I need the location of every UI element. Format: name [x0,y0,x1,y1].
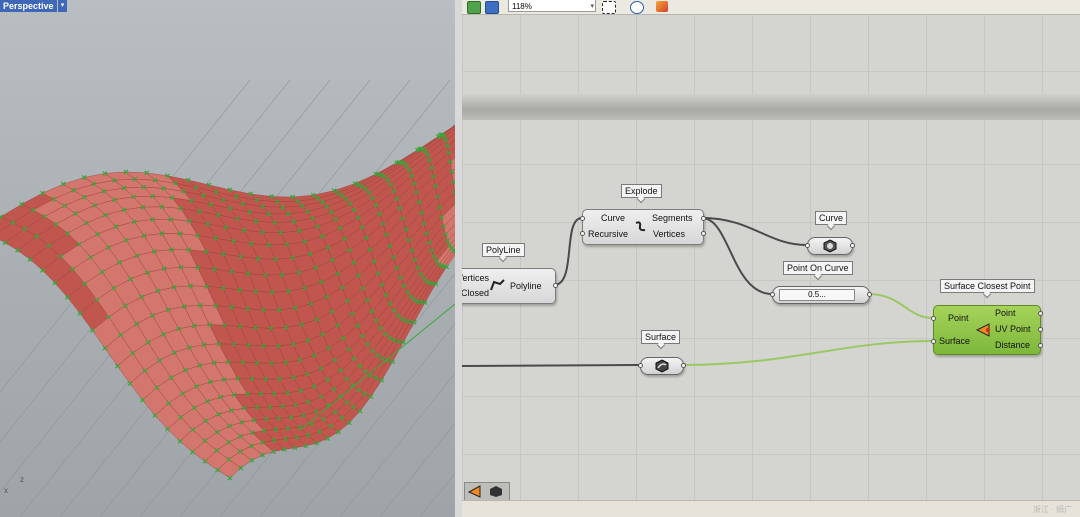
scp-icon [976,323,990,337]
surface-closest-point-component[interactable]: Point Surface Point UV Point Distance [931,305,1043,355]
polyline-component[interactable]: Vertices Closed Polyline [462,268,558,304]
curve-param-output-grip[interactable] [850,243,855,248]
scp-surface-grip[interactable] [931,339,936,344]
polyline-label: PolyLine [482,243,525,257]
rhino-viewport[interactable]: Perspective ▾ z x [0,0,462,517]
explode-component[interactable]: Curve Recursive Segments Vertices [580,209,706,245]
scp-output-distance[interactable]: Distance [995,340,1030,350]
polyline-input-closed[interactable]: Closed [462,288,489,298]
scp-input-point[interactable]: Point [948,313,969,323]
wire-layer [462,217,934,367]
scp-out-point-grip[interactable] [1038,311,1043,316]
polyline-output-grip[interactable] [553,283,558,288]
point-on-curve-value[interactable]: 0.5... [779,289,855,301]
surface-param-label: Surface [641,330,681,344]
explode-input-recursive[interactable]: Recursive [588,229,628,239]
wire-input-to-surface [462,364,641,367]
viewport-surface-render [0,79,462,517]
explode-input-curve[interactable]: Curve [601,213,625,223]
wire-point-on-curve-to-scp [867,293,934,319]
polyline-input-vertices[interactable]: Vertices [462,273,489,283]
wire-surface-to-scp [681,340,934,366]
explode-icon [635,221,646,232]
curve-param-icon [823,239,837,253]
explode-vertices-grip[interactable] [701,231,706,236]
scp-output-point[interactable]: Point [995,308,1016,318]
point-on-curve-component[interactable]: 0.5... [770,286,872,304]
polyline-icon [490,279,505,291]
surface-param-output-grip[interactable] [681,363,686,368]
wire-polyline-to-explode [553,217,583,286]
explode-recursive-grip[interactable] [580,231,585,236]
watermark-text: 浙江 · 绢广 [1032,505,1072,514]
point-on-curve-input-grip[interactable] [770,292,775,297]
surface-param[interactable] [638,357,686,375]
scp-out-distance-grip[interactable] [1038,343,1043,348]
viewport-title[interactable]: Perspective [0,0,57,12]
explode-output-segments[interactable]: Segments [652,213,693,223]
explode-label: Explode [621,184,662,198]
scp-label: Surface Closest Point [940,279,1035,293]
wire-segments-to-point-on-curve [701,217,773,295]
scp-input-surface[interactable]: Surface [939,336,970,346]
polyline-output-polyline[interactable]: Polyline [510,281,542,291]
axis-z-label: z [20,475,24,484]
curve-param-input-grip[interactable] [805,243,810,248]
viewport-menu-arrow-icon[interactable]: ▾ [58,0,67,12]
scp-out-uv-grip[interactable] [1038,327,1043,332]
point-on-curve-output-grip[interactable] [867,292,872,297]
surface-param-icon [655,359,669,373]
grasshopper-editor: 118% ▾ Explode Curve Recursive Segments … [462,0,1080,517]
viewport-splitter[interactable] [455,0,462,517]
curve-param-label: Curve [815,211,848,225]
point-on-curve-label: Point On Curve [783,261,853,275]
scp-output-uv-point[interactable]: UV Point [995,324,1031,334]
status-bar [462,500,1080,517]
explode-output-vertices[interactable]: Vertices [653,229,685,239]
explode-segments-grip[interactable] [701,216,706,221]
bake-icon[interactable] [468,485,482,498]
curve-param[interactable] [805,237,855,255]
axis-x-label: x [4,486,8,495]
scp-point-grip[interactable] [931,316,936,321]
param-icon[interactable] [489,485,503,498]
surface-param-input-grip[interactable] [638,363,643,368]
canvas-bottom-widgets [464,482,510,501]
explode-curve-grip[interactable] [580,216,585,221]
wire-segments-to-curve [701,217,808,246]
